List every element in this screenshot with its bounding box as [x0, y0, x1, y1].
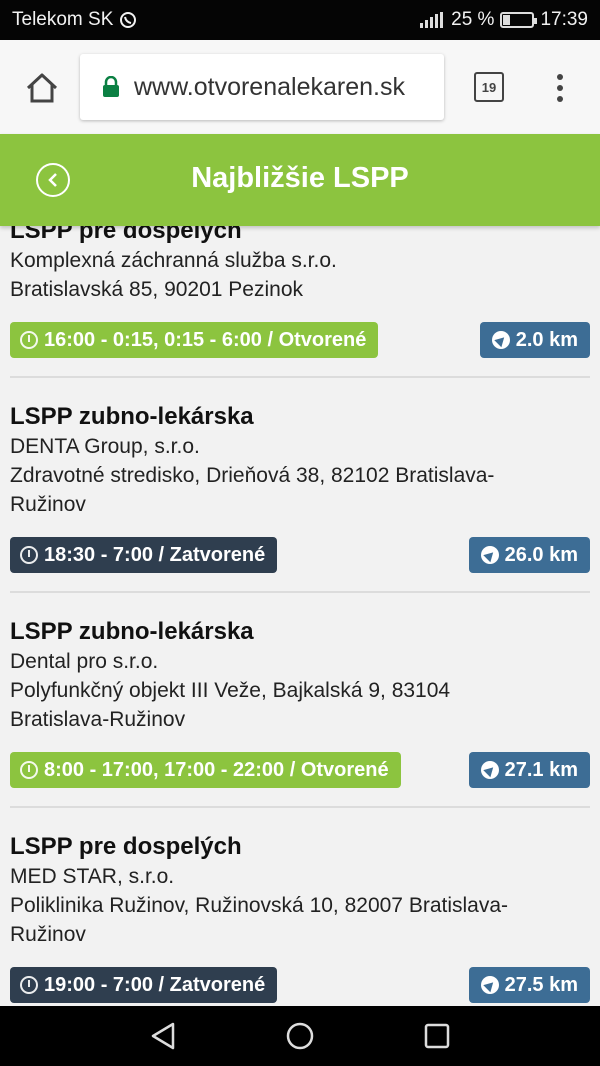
item-badges: 16:00 - 0:15, 0:15 - 6:00 / Otvorené 2.0…: [10, 322, 590, 358]
divider: [10, 806, 590, 808]
menu-dot-icon: [557, 96, 563, 102]
clock-icon: [20, 761, 38, 779]
list-item[interactable]: LSPP pre dospelých MED STAR, s.r.o. Poli…: [0, 832, 600, 1003]
hours-badge: 16:00 - 0:15, 0:15 - 6:00 / Otvorené: [10, 322, 379, 358]
item-badges: 18:30 - 7:00 / Zatvorené 26.0 km: [10, 537, 590, 573]
item-address-line: Polyfunkčný objekt III Veže, Bajkalská 9…: [10, 679, 451, 702]
clock-time: 17:39: [540, 9, 588, 30]
back-triangle-icon[interactable]: [149, 1021, 177, 1051]
hours-badge: 19:00 - 7:00 / Zatvorené: [10, 967, 278, 1003]
hours-badge: 8:00 - 17:00, 17:00 - 22:00 / Otvorené: [10, 752, 401, 788]
item-provider: Komplexná záchranná služba s.r.o.: [10, 249, 337, 272]
item-provider: DENTA Group, s.r.o.: [10, 435, 200, 458]
home-circle-icon[interactable]: [285, 1021, 315, 1051]
item-title: LSPP pre dospelých: [10, 833, 242, 860]
distance-badge[interactable]: 27.5 km: [468, 967, 590, 1003]
home-icon: [26, 73, 58, 103]
clock-icon: [20, 331, 38, 349]
item-badges: 8:00 - 17:00, 17:00 - 22:00 / Otvorené 2…: [10, 752, 590, 788]
browser-toolbar: www.otvorenalekaren.sk 19: [0, 40, 600, 134]
item-address-line: Poliklinika Ružinov, Ružinovská 10, 8200…: [10, 894, 509, 917]
navigation-icon: [480, 761, 499, 779]
url-text: www.otvorenalekaren.sk: [134, 72, 405, 101]
carrier-name: Telekom SK: [12, 9, 114, 30]
menu-dot-icon: [557, 74, 563, 80]
list-item[interactable]: LSPP pre dospelých Komplexná záchranná s…: [0, 226, 600, 358]
distance-badge[interactable]: 26.0 km: [468, 537, 590, 573]
status-bar: Telekom SK 25 % 17:39: [0, 0, 600, 40]
recent-apps-icon[interactable]: [423, 1022, 451, 1050]
menu-dot-icon: [557, 85, 563, 91]
tab-switcher-button[interactable]: 19: [474, 72, 504, 102]
navigation-icon: [480, 976, 499, 994]
item-provider: Dental pro s.r.o.: [10, 650, 159, 673]
browser-menu-button[interactable]: [548, 68, 572, 108]
hours-text: 16:00 - 0:15, 0:15 - 6:00 / Otvorené: [44, 328, 367, 351]
item-provider: MED STAR, s.r.o.: [10, 865, 175, 888]
pharmacy-list[interactable]: LSPP pre dospelých Komplexná záchranná s…: [0, 226, 600, 1006]
navigation-icon: [480, 546, 499, 564]
battery-icon: [500, 12, 538, 28]
navigation-icon: [491, 331, 510, 349]
hours-badge: 18:30 - 7:00 / Zatvorené: [10, 537, 278, 573]
page-title: Najbližšie LSPP: [191, 162, 409, 194]
signal-icon: [420, 12, 444, 28]
list-item[interactable]: LSPP zubno-lekárska Dental pro s.r.o. Po…: [0, 617, 600, 788]
whatsapp-icon: [120, 12, 137, 28]
pharmacy-list-inner: LSPP pre dospelých Komplexná záchranná s…: [0, 226, 600, 1003]
item-address-line: Ružinov: [10, 923, 86, 946]
status-left: Telekom SK: [12, 9, 137, 31]
distance-badge[interactable]: 2.0 km: [479, 322, 590, 358]
hours-text: 8:00 - 17:00, 17:00 - 22:00 / Otvorené: [44, 758, 389, 781]
battery-level: [503, 15, 511, 25]
app-header: Najbližšie LSPP: [0, 134, 600, 226]
distance-text: 2.0 km: [515, 328, 578, 351]
item-title: LSPP zubno-lekárska: [10, 618, 254, 645]
clock-icon: [20, 976, 38, 994]
list-item[interactable]: LSPP zubno-lekárska DENTA Group, s.r.o. …: [0, 402, 600, 573]
divider: [10, 591, 590, 593]
status-right: 25 % 17:39: [419, 9, 588, 31]
item-address-line: Bratislava-Ružinov: [10, 708, 186, 731]
hours-text: 19:00 - 7:00 / Zatvorené: [44, 973, 266, 996]
lock-icon: [103, 76, 119, 97]
system-navigation-bar: [0, 1006, 600, 1066]
address-bar[interactable]: www.otvorenalekaren.sk: [80, 54, 444, 120]
item-address-line: Bratislavská 85, 90201 Pezinok: [10, 278, 304, 301]
item-title: LSPP pre dospelých: [10, 226, 242, 244]
distance-text: 26.0 km: [504, 543, 578, 566]
item-address-line: Zdravotné stredisko, Drieňová 38, 82102 …: [10, 464, 495, 487]
divider: [10, 376, 590, 378]
item-title: LSPP zubno-lekárska: [10, 403, 254, 430]
home-button[interactable]: [22, 68, 62, 108]
hours-text: 18:30 - 7:00 / Zatvorené: [44, 543, 266, 566]
item-badges: 19:00 - 7:00 / Zatvorené 27.5 km: [10, 967, 590, 1003]
item-address-line: Ružinov: [10, 493, 86, 516]
battery-percent: 25 %: [451, 9, 495, 30]
clock-icon: [20, 546, 38, 564]
distance-text: 27.1 km: [504, 758, 578, 781]
distance-text: 27.5 km: [504, 973, 578, 996]
distance-badge[interactable]: 27.1 km: [468, 752, 590, 788]
tab-count: 19: [481, 79, 497, 95]
